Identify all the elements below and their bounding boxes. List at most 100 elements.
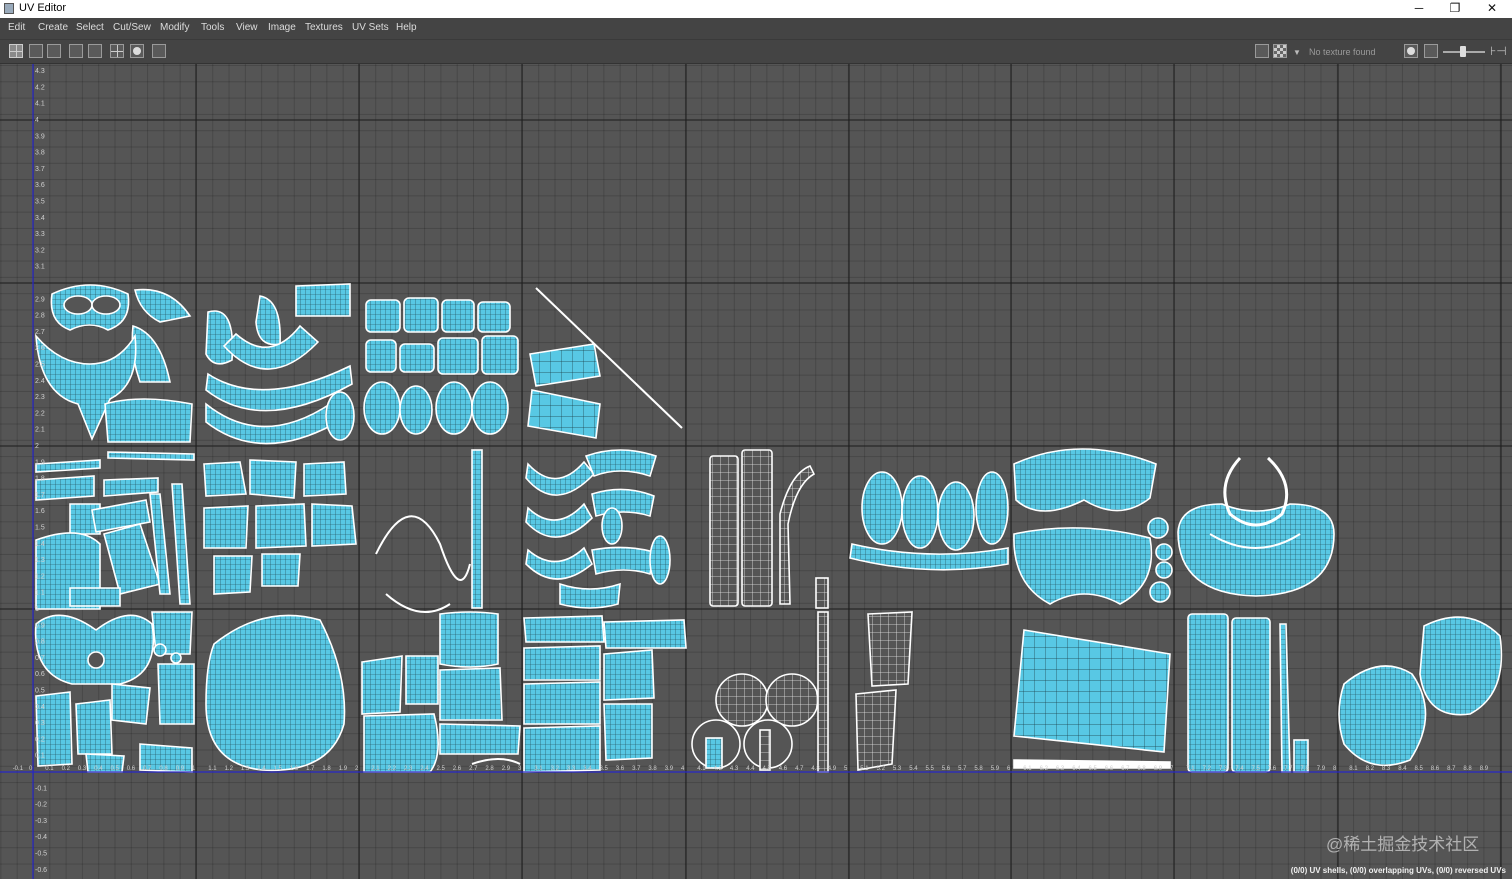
u-axis-tick-label: 7.6 xyxy=(1268,766,1277,772)
u-axis-tick-label: 1.8 xyxy=(322,766,331,772)
menu-create[interactable]: Create xyxy=(38,22,68,33)
grid-toggle-icon[interactable] xyxy=(9,44,23,58)
u-axis-tick-label: 5.3 xyxy=(893,766,902,772)
u-axis-tick-label: 7.5 xyxy=(1252,766,1261,772)
u-axis-tick-label: 6.7 xyxy=(1121,766,1130,772)
u-axis-tick-label: 1 xyxy=(192,766,196,772)
minimize-button[interactable]: ─ xyxy=(1402,0,1436,18)
uv-status-readout: (0/0) UV shells, (0/0) overlapping UVs, … xyxy=(1290,866,1506,875)
u-axis-tick-label: 6 xyxy=(1007,766,1011,772)
snapshot-icon[interactable] xyxy=(152,44,166,58)
frame-all-icon[interactable] xyxy=(69,44,83,58)
close-button[interactable]: ✕ xyxy=(1475,0,1509,18)
v-axis-tick-label: 2.6 xyxy=(35,345,45,352)
u-axis-tick-label: 0.1 xyxy=(45,766,54,772)
texture-status: No texture found xyxy=(1309,47,1376,57)
v-axis-tick-label: 2.8 xyxy=(35,313,45,320)
u-axis-tick-label: 8.2 xyxy=(1366,766,1375,772)
v-axis-tick-label: 0.6 xyxy=(35,671,45,678)
u-axis-tick-label: 6.4 xyxy=(1072,766,1081,772)
v-axis-tick-label: 3.5 xyxy=(35,199,45,206)
u-axis-tick-label: 2 xyxy=(355,766,359,772)
restore-button[interactable]: ❐ xyxy=(1438,0,1472,18)
u-axis-tick-label: 6.5 xyxy=(1089,766,1098,772)
uv-viewport[interactable]: 4.3 4.2 4.1 4 3.9 3.8 3.7 3.6 3.5 3.4 3.3 3.2 3.1 2.9… xyxy=(0,64,1512,879)
u-axis-tick-label: 8 xyxy=(1333,766,1337,772)
u-axis-tick-label: 3.8 xyxy=(648,766,657,772)
u-axis-tick-label: 0.2 xyxy=(62,766,71,772)
menu-view[interactable]: View xyxy=(236,22,258,33)
u-axis-tick-label: 0.8 xyxy=(159,766,168,772)
pixel-snap-icon[interactable] xyxy=(47,44,61,58)
v-axis-tick-label: -0.6 xyxy=(35,867,47,874)
v-axis-tick-label: 1.3 xyxy=(35,557,45,564)
checker-icon[interactable] xyxy=(29,44,43,58)
v-axis-tick-label: 1.4 xyxy=(35,541,45,548)
u-axis-tick-label: 3.1 xyxy=(534,766,543,772)
u-axis-tick-label: 4 xyxy=(681,766,685,772)
u-axis-tick-label: 6.3 xyxy=(1056,766,1065,772)
menu-edit[interactable]: Edit xyxy=(8,22,25,33)
menu-tools[interactable]: Tools xyxy=(201,22,224,33)
dropdown-icon[interactable]: ▼ xyxy=(1293,48,1301,57)
u-axis-tick-label: 0.6 xyxy=(127,766,136,772)
v-axis-tick-label: 2 xyxy=(35,443,39,450)
frame-selection-icon[interactable] xyxy=(88,44,102,58)
shaded-icon[interactable] xyxy=(130,44,144,58)
menu-uv-sets[interactable]: UV Sets xyxy=(352,22,389,33)
u-axis-tick-label: 4.9 xyxy=(828,766,837,772)
u-axis-tick-label: 6.8 xyxy=(1137,766,1146,772)
v-axis-tick-label: 3.6 xyxy=(35,182,45,189)
app-icon xyxy=(4,3,14,14)
u-axis-tick-label: 6.1 xyxy=(1023,766,1032,772)
uv-canvas[interactable]: 4.3 4.2 4.1 4 3.9 3.8 3.7 3.6 3.5 3.4 3.3 3.2 3.1 2.9… xyxy=(0,64,1512,879)
v-axis-tick-label: 3.9 xyxy=(35,133,45,140)
menu-image[interactable]: Image xyxy=(268,22,296,33)
menu-cut-sew[interactable]: Cut/Sew xyxy=(113,22,151,33)
v-axis-tick-label: 2.2 xyxy=(35,410,45,417)
u-axis-tick-label: 1.4 xyxy=(257,766,266,772)
menu-help[interactable]: Help xyxy=(396,22,417,33)
v-axis-tick-label: 1.6 xyxy=(35,508,45,515)
v-axis-tick-label: 2.3 xyxy=(35,394,45,401)
u-axis-tick-label: 5.8 xyxy=(974,766,983,772)
u-axis-tick-label: 1.9 xyxy=(339,766,348,772)
menu-modify[interactable]: Modify xyxy=(160,22,189,33)
channel-icon[interactable] xyxy=(1424,44,1438,58)
image-display-icon[interactable] xyxy=(1255,44,1269,58)
u-axis-tick-label: 0.4 xyxy=(94,766,103,772)
u-axis-tick-label: 3.7 xyxy=(632,766,641,772)
u-axis-tick-label: 8.7 xyxy=(1447,766,1456,772)
u-axis-tick-label: 4.1 xyxy=(697,766,706,772)
exposure-icon[interactable] xyxy=(1404,44,1418,58)
u-axis-tick-label: 5.4 xyxy=(909,766,918,772)
v-axis-tick-label: 0.5 xyxy=(35,688,45,695)
u-axis-tick-label: 5 xyxy=(844,766,848,772)
u-axis-tick-label: 8.1 xyxy=(1349,766,1358,772)
u-axis-tick-label: 7.8 xyxy=(1300,766,1309,772)
zoom-slider-thumb[interactable] xyxy=(1460,46,1466,57)
v-axis-tick-label: 1.7 xyxy=(35,492,45,499)
v-axis-tick-label: 2.7 xyxy=(35,329,45,336)
checker-display-icon[interactable] xyxy=(1273,44,1287,58)
u-axis-tick-label: 7.4 xyxy=(1235,766,1244,772)
udim-grid-icon[interactable] xyxy=(110,44,124,58)
v-axis-tick-label: 1.9 xyxy=(35,459,45,466)
menu-select[interactable]: Select xyxy=(76,22,104,33)
v-axis-tick-label: 2.1 xyxy=(35,427,45,434)
uv-shells-row1[interactable] xyxy=(34,611,1503,773)
u-axis-tick-label: 8.6 xyxy=(1431,766,1440,772)
u-axis-tick-label: 4.8 xyxy=(811,766,820,772)
v-axis-tick-label: 2.4 xyxy=(35,378,45,385)
v-axis-tick-label: -0.5 xyxy=(35,851,47,858)
v-axis-tick-label: -0.1 xyxy=(35,785,47,792)
u-axis-tick-label: 3.6 xyxy=(616,766,625,772)
uv-shells-row2[interactable] xyxy=(35,448,1335,613)
v-axis-tick-label: 3.3 xyxy=(35,231,45,238)
v-axis-tick-label: 2.9 xyxy=(35,296,45,303)
v-axis-tick-label: -0.4 xyxy=(35,834,47,841)
toggle-sidebar-icon[interactable]: ⊦⊣ xyxy=(1490,44,1507,58)
u-axis-tick-label: 1.2 xyxy=(225,766,234,772)
menu-textures[interactable]: Textures xyxy=(305,22,343,33)
v-axis-tick-label: 0.9 xyxy=(35,622,45,629)
